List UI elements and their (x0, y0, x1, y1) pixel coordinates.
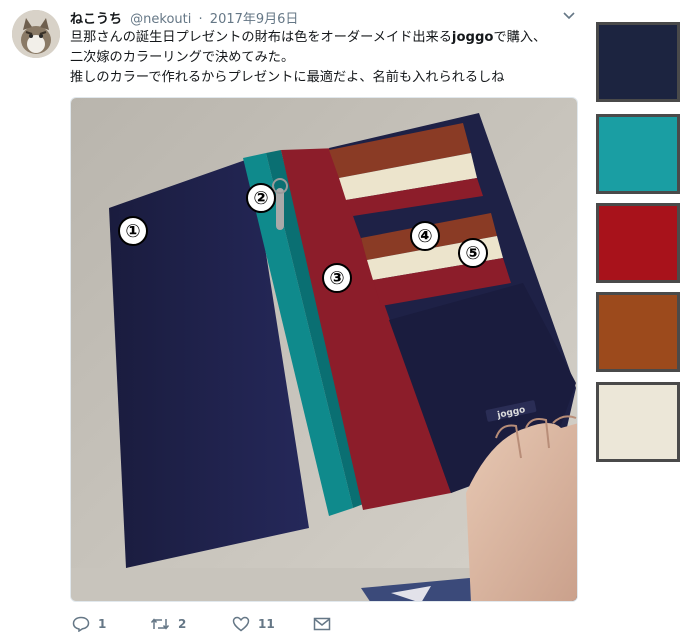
reply-count: 1 (98, 617, 107, 631)
tweet-text: 旦那さんの誕生日プレゼントの財布は色をオーダーメイド出来るjoggoで購入、 二… (70, 28, 580, 88)
retweet-count: 2 (178, 617, 187, 631)
swatch-red (596, 203, 680, 283)
wallet-photo: joggo ① ② ③ ④ ⑤ (71, 98, 577, 601)
label-4-text: ④ (417, 226, 432, 247)
tweet-line-3: 推しのカラーで作れるからプレゼントに最適だよ、名前も入れられるしね (70, 70, 505, 85)
avatar[interactable] (12, 10, 60, 58)
tweet-header: ねこうち @nekouti · 2017年9月6日 (70, 8, 580, 28)
tweet: ねこうち @nekouti · 2017年9月6日 旦那さんの誕生日プレゼントの… (0, 0, 590, 640)
label-5: ⑤ (458, 238, 488, 268)
display-name[interactable]: ねこうち (70, 12, 122, 27)
label-3: ③ (322, 263, 352, 293)
separator-dot: · (198, 12, 203, 27)
tweet-line-2: 二次嫁のカラーリングで決めてみた。 (70, 50, 295, 65)
heart-icon (232, 616, 250, 632)
tweet-line-1-before: 旦那さんの誕生日プレゼントの財布は色をオーダーメイド出来る (70, 30, 452, 45)
like-button[interactable]: 11 (232, 614, 275, 634)
swatch-cream (596, 382, 680, 462)
label-1: ① (118, 216, 148, 246)
label-5-text: ⑤ (465, 243, 480, 264)
tweet-date[interactable]: 2017年9月6日 (210, 12, 299, 27)
label-2: ② (246, 183, 276, 213)
label-1-text: ① (125, 221, 140, 242)
label-3-text: ③ (329, 268, 344, 289)
direct-message-button[interactable] (313, 614, 331, 634)
tweet-photo[interactable]: joggo ① ② ③ ④ ⑤ (70, 97, 578, 602)
reply-icon (72, 616, 90, 632)
tweet-actions: 1 2 11 (70, 614, 390, 634)
envelope-icon (313, 617, 331, 631)
label-4: ④ (410, 221, 440, 251)
tweet-line-1-after: で購入、 (493, 30, 547, 45)
retweet-button[interactable]: 2 (150, 614, 186, 634)
swatch-navy (596, 22, 680, 102)
retweet-icon (150, 618, 170, 630)
joggo-link[interactable]: joggo (452, 30, 494, 45)
label-2-text: ② (253, 188, 268, 209)
swatch-brown (596, 292, 680, 372)
user-handle[interactable]: @nekouti (130, 12, 191, 27)
cat-avatar-icon (12, 10, 60, 58)
chevron-down-icon[interactable] (562, 10, 576, 22)
tweet-line-1: 旦那さんの誕生日プレゼントの財布は色をオーダーメイド出来るjoggoで購入、 (70, 28, 580, 48)
like-count: 11 (258, 617, 275, 631)
swatch-teal (596, 114, 680, 194)
reply-button[interactable]: 1 (72, 614, 106, 634)
